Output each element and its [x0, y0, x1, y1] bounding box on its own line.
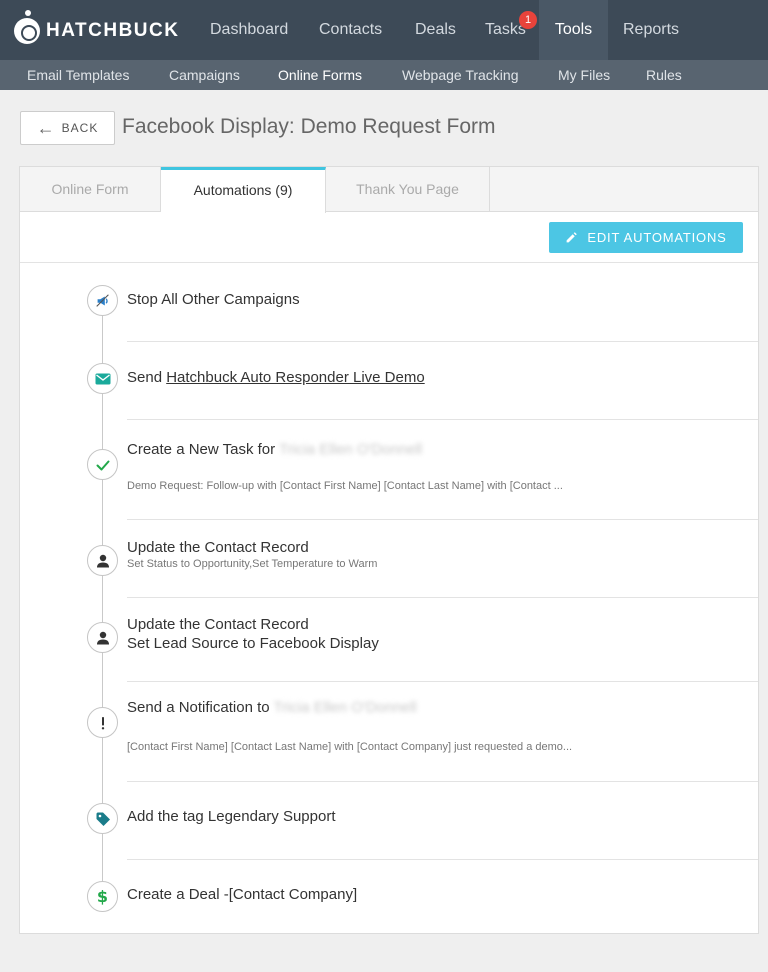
- tab-online-form[interactable]: Online Form: [20, 167, 161, 212]
- step-divider: [127, 519, 758, 520]
- step-title-prefix: Send: [127, 369, 167, 386]
- pencil-icon: [567, 232, 578, 243]
- nav-deals[interactable]: Deals: [415, 0, 456, 60]
- step-divider: [127, 681, 758, 682]
- step-title: Create a New Task for Tricia Ellen O'Don…: [127, 441, 422, 458]
- step-title: Create a Deal -[Contact Company]: [127, 886, 358, 903]
- step-title: Add the tag Legendary Support: [127, 808, 336, 825]
- edit-automations-button[interactable]: EDIT AUTOMATIONS: [549, 222, 743, 253]
- megaphone-icon: [87, 285, 118, 316]
- email-icon: [87, 363, 118, 394]
- tasks-count-badge: 1: [519, 11, 537, 29]
- tab-bar: Online Form Automations (9) Thank You Pa…: [20, 167, 758, 213]
- step-divider: [127, 341, 758, 342]
- page-title: Facebook Display: Demo Request Form: [122, 115, 496, 138]
- subnav-my-files[interactable]: My Files: [558, 60, 610, 90]
- step-title-prefix: Send a Notification to: [127, 699, 274, 716]
- form-panel: Online Form Automations (9) Thank You Pa…: [19, 166, 759, 934]
- check-icon: [87, 449, 118, 480]
- subnav-online-forms[interactable]: Online Forms: [278, 60, 362, 90]
- step-subtitle: [Contact First Name] [Contact Last Name]…: [127, 741, 573, 753]
- edit-automations-label: EDIT AUTOMATIONS: [587, 230, 727, 245]
- logo-mark-icon: [14, 10, 40, 44]
- arrow-left-icon: ←: [36, 118, 56, 138]
- step-title: Stop All Other Campaigns: [127, 291, 300, 308]
- back-button[interactable]: ← BACK: [20, 111, 115, 145]
- recipient-name-redacted: Tricia Ellen O'Donnell: [273, 699, 417, 716]
- subnav-webpage-tracking[interactable]: Webpage Tracking: [402, 60, 518, 90]
- step-divider: [127, 781, 758, 782]
- step-title: Send Hatchbuck Auto Responder Live Demo: [127, 369, 425, 386]
- subnav-rules[interactable]: Rules: [646, 60, 682, 90]
- person-icon: [87, 622, 118, 653]
- subnav-email-templates[interactable]: Email Templates: [27, 60, 129, 90]
- sub-navigation: Email Templates Campaigns Online Forms W…: [0, 60, 768, 90]
- email-template-link[interactable]: Hatchbuck Auto Responder Live Demo: [166, 369, 424, 386]
- hatchbuck-logo[interactable]: HATCHBUCK: [14, 10, 179, 52]
- step-title: Update the Contact Record: [127, 616, 309, 633]
- nav-tools[interactable]: Tools: [539, 0, 608, 60]
- nav-reports[interactable]: Reports: [623, 0, 679, 60]
- step-divider: [127, 859, 758, 860]
- tab-thank-you-page[interactable]: Thank You Page: [326, 167, 490, 212]
- step-title: Update the Contact Record: [127, 539, 309, 556]
- tag-icon: [87, 803, 118, 834]
- step-subtitle: Set Status to Opportunity,Set Temperatur…: [127, 558, 378, 570]
- step-divider: [127, 419, 758, 420]
- step-title-prefix: Create a New Task for: [127, 441, 280, 458]
- person-icon: [87, 545, 118, 576]
- toolbar-divider: [20, 262, 758, 263]
- assignee-name-redacted: Tricia Ellen O'Donnell: [279, 441, 423, 458]
- tab-automations[interactable]: Automations (9): [161, 167, 326, 213]
- logo-text: HATCHBUCK: [46, 20, 180, 41]
- step-divider: [127, 597, 758, 598]
- nav-tasks[interactable]: Tasks: [485, 0, 526, 60]
- dollar-icon: $: [87, 881, 118, 912]
- subnav-campaigns[interactable]: Campaigns: [169, 60, 240, 90]
- step-title: Send a Notification to Tricia Ellen O'Do…: [127, 699, 417, 716]
- top-navigation: HATCHBUCK Dashboard Contacts Deals Tasks…: [0, 0, 768, 60]
- nav-contacts[interactable]: Contacts: [319, 0, 382, 60]
- exclamation-icon: [87, 707, 118, 738]
- back-button-label: BACK: [61, 121, 99, 135]
- step-subtitle: Demo Request: Follow-up with [Contact Fi…: [127, 480, 563, 492]
- nav-dashboard[interactable]: Dashboard: [210, 0, 288, 60]
- step-title-line2: Set Lead Source to Facebook Display: [127, 635, 379, 652]
